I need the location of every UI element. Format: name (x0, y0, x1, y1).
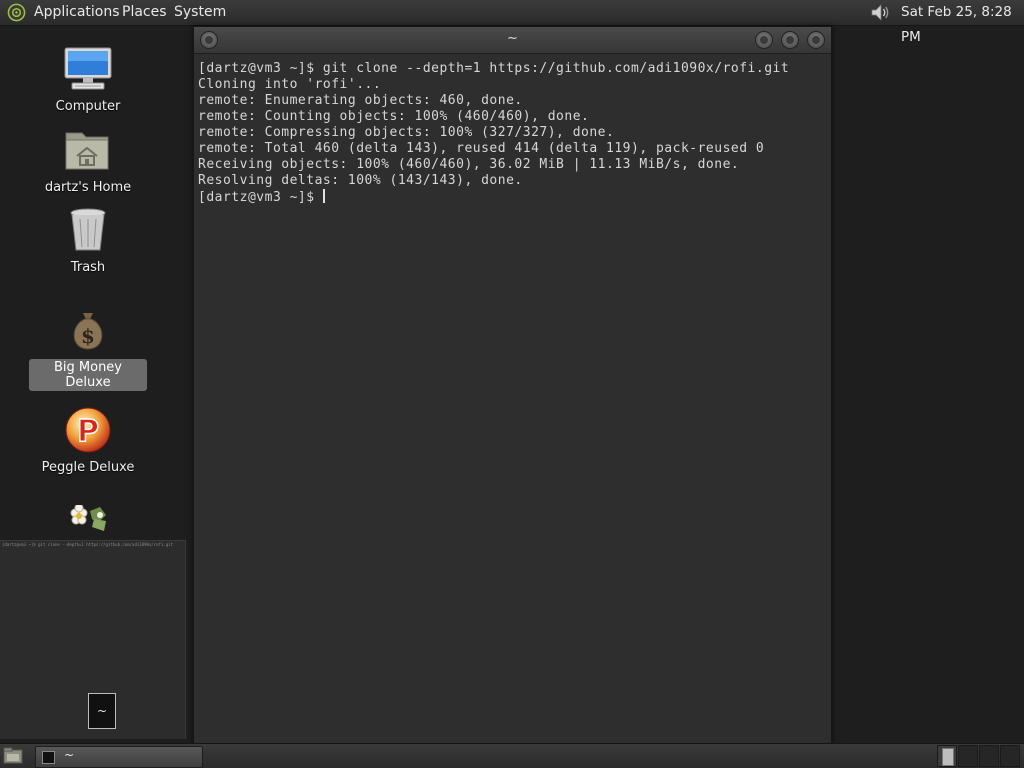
terminal-line: remote: Enumerating objects: 460, done. (198, 93, 523, 108)
applications-menu[interactable]: Applications (34, 0, 120, 25)
workspace-4[interactable] (1000, 745, 1020, 767)
taskbar-button-label: ~ (64, 748, 75, 762)
desktop-icon-label: Peggle Deluxe (41, 460, 135, 475)
bottom-panel: ~ (0, 743, 1024, 768)
desktop-icon-label: Big Money Deluxe (29, 359, 147, 391)
workspace-switcher[interactable] (937, 745, 1021, 767)
desktop-icon-flowers[interactable] (29, 505, 147, 539)
terminal-line: remote: Total 460 (delta 143), reused 41… (198, 141, 765, 156)
minimize-button[interactable] (755, 31, 773, 49)
taskbar-terminal-button[interactable]: ~ (35, 746, 203, 768)
desktop-icon-computer[interactable]: Computer (29, 46, 147, 115)
workspace-2[interactable] (958, 745, 978, 767)
desktop-icon-label: dartz's Home (44, 180, 132, 195)
terminal-line: Receiving objects: 100% (460/460), 36.02… (198, 157, 740, 172)
terminal-line: remote: Counting objects: 100% (460/460)… (198, 109, 590, 124)
preview-terminal-text: [dartz@vm3 ~]$ git clone --depth=1 https… (2, 542, 173, 547)
workspace-1[interactable] (937, 745, 957, 767)
maximize-button[interactable] (781, 31, 799, 49)
preview-window-tile[interactable]: ~ (88, 693, 116, 729)
system-menu[interactable]: System (174, 0, 226, 25)
desktop-icon-trash[interactable]: Trash (29, 207, 147, 276)
top-panel: Applications Places System Sat Feb 25, 8… (0, 0, 1024, 45)
terminal-line: [dartz@vm3 ~]$ git clone --depth=1 https… (198, 61, 790, 76)
show-desktop-icon[interactable] (3, 747, 23, 765)
distro-logo-icon[interactable] (7, 3, 26, 22)
home-folder-icon (65, 132, 109, 170)
terminal-line: Resolving deltas: 100% (143/143), done. (198, 173, 523, 188)
close-button[interactable] (807, 31, 825, 49)
money-bag-icon: $ (73, 313, 103, 350)
prompt-text: [dartz@vm3 ~]$ (198, 190, 323, 205)
terminal-line: Cloning into 'rofi'... (198, 77, 382, 92)
flowers-icon (70, 505, 106, 531)
window-title: ~ (507, 31, 518, 46)
trash-icon (70, 208, 106, 251)
desktop-icon-label: Trash (70, 260, 106, 275)
desktop-icon-label: Computer (55, 99, 121, 114)
terminal-icon (42, 751, 55, 764)
terminal-window[interactable]: ~ [dartz@vm3 ~]$ git clone --depth=1 htt… (193, 26, 832, 745)
workspace-3[interactable] (979, 745, 999, 767)
terminal-prompt: [dartz@vm3 ~]$ (198, 189, 325, 205)
window-titlebar[interactable]: ~ (194, 27, 831, 54)
clock[interactable]: Sat Feb 25, 8:28 PM (901, 0, 1024, 50)
terminal-output[interactable]: [dartz@vm3 ~]$ git clone --depth=1 https… (194, 54, 831, 744)
svg-text:$: $ (81, 324, 95, 348)
desktop-icon-peggle-deluxe[interactable]: P Peggle Deluxe (29, 407, 147, 476)
places-menu[interactable]: Places (122, 0, 167, 25)
terminal-line: remote: Compressing objects: 100% (327/3… (198, 125, 615, 140)
text-cursor (322, 189, 325, 203)
computer-icon (64, 47, 112, 90)
terminal-text: [dartz@vm3 ~]$ git clone --depth=1 https… (198, 61, 822, 206)
svg-text:P: P (77, 414, 99, 449)
desktop-screen: Applications Places System Sat Feb 25, 8… (0, 0, 1024, 768)
volume-icon[interactable] (869, 2, 891, 23)
workspace-preview[interactable]: [dartz@vm3 ~]$ git clone --depth=1 https… (0, 540, 186, 739)
desktop-icon-home[interactable]: dartz's Home (29, 127, 147, 196)
desktop-icon-big-money-deluxe[interactable]: $ Big Money Deluxe (29, 307, 147, 391)
peggle-icon: P (65, 407, 111, 453)
